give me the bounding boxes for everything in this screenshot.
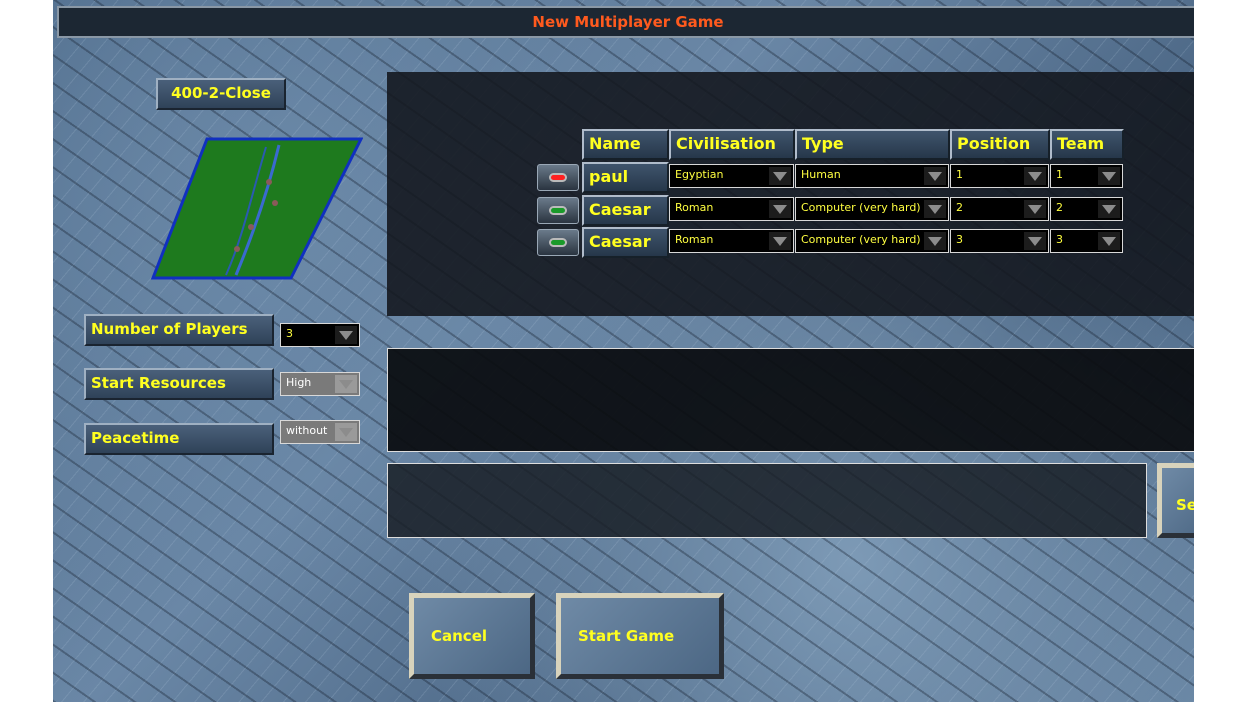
peacetime-dropdown[interactable]: without [280,420,360,444]
type-dropdown[interactable]: Computer (very hard) [795,229,949,253]
selected-value: 1 [1056,168,1063,181]
led-icon [549,205,567,215]
number-of-players-dropdown[interactable]: 3 [280,323,360,347]
header-civilisation: Civilisation [669,129,795,160]
selected-value: 3 [1056,233,1063,246]
chevron-down-icon [335,326,357,344]
chevron-down-icon [769,199,791,218]
led-icon [549,238,567,247]
chevron-down-icon [1098,167,1120,185]
send-button[interactable]: Se [1157,463,1194,538]
chat-input[interactable] [387,463,1147,538]
chevron-down-icon [1024,167,1046,185]
player-name: paul [582,162,669,193]
civilisation-dropdown[interactable]: Roman [669,229,794,253]
selected-value: High [286,376,312,389]
selected-value: Computer (very hard) [801,233,921,246]
position-dropdown[interactable]: 2 [950,196,1049,221]
civilisation-dropdown[interactable]: Egyptian [669,164,794,188]
send-label: Se [1176,496,1194,514]
team-dropdown[interactable]: 1 [1050,164,1123,188]
led-icon [549,173,567,182]
type-dropdown[interactable]: Computer (very hard) [795,196,949,221]
selected-value: Roman [675,233,714,246]
number-of-players-label: Number of Players [84,314,274,346]
chevron-down-icon [924,167,946,185]
position-dropdown[interactable]: 1 [950,164,1049,188]
chevron-down-icon [924,199,946,218]
selected-value: 3 [956,233,963,246]
position-dropdown[interactable]: 3 [950,229,1049,253]
team-dropdown[interactable]: 2 [1050,196,1123,221]
chevron-down-icon [335,423,357,441]
chat-log [387,348,1194,452]
chevron-down-icon [1024,232,1046,250]
selected-value: Egyptian [675,168,724,181]
header-name: Name [582,129,669,160]
chevron-down-icon [769,167,791,185]
header-type: Type [795,129,950,160]
civilisation-dropdown[interactable]: Roman [669,196,794,221]
selected-value: Computer (very hard) [801,200,921,214]
player-status-button[interactable] [537,196,579,224]
players-panel [387,72,1194,316]
player-name: Caesar [582,227,669,258]
map-preview [151,137,363,280]
type-dropdown[interactable]: Human [795,164,949,188]
selected-value: 3 [286,327,293,340]
header-team: Team [1050,129,1124,160]
player-status-button[interactable] [537,164,579,191]
selected-value: 2 [956,200,963,214]
peacetime-label: Peacetime [84,423,274,455]
chevron-down-icon [924,232,946,250]
chevron-down-icon [1024,199,1046,218]
selected-value: without [286,424,328,437]
game-window: New Multiplayer Game 400-2-Close Number … [53,0,1194,702]
chevron-down-icon [1098,232,1120,250]
start-resources-label: Start Resources [84,368,274,400]
chevron-down-icon [769,232,791,250]
selected-value: Human [801,168,841,181]
cancel-button[interactable]: Cancel [409,593,535,679]
window-title: New Multiplayer Game [57,6,1194,38]
start-game-button[interactable]: Start Game [556,593,724,679]
chevron-down-icon [335,375,357,393]
map-name: 400-2-Close [156,78,286,110]
chevron-down-icon [1098,199,1120,218]
selected-value: Roman [675,200,714,214]
selected-value: 1 [956,168,963,181]
header-position: Position [950,129,1050,160]
player-status-button[interactable] [537,229,579,256]
team-dropdown[interactable]: 3 [1050,229,1123,253]
player-name: Caesar [582,194,669,226]
selected-value: 2 [1056,200,1063,214]
start-resources-dropdown[interactable]: High [280,372,360,396]
